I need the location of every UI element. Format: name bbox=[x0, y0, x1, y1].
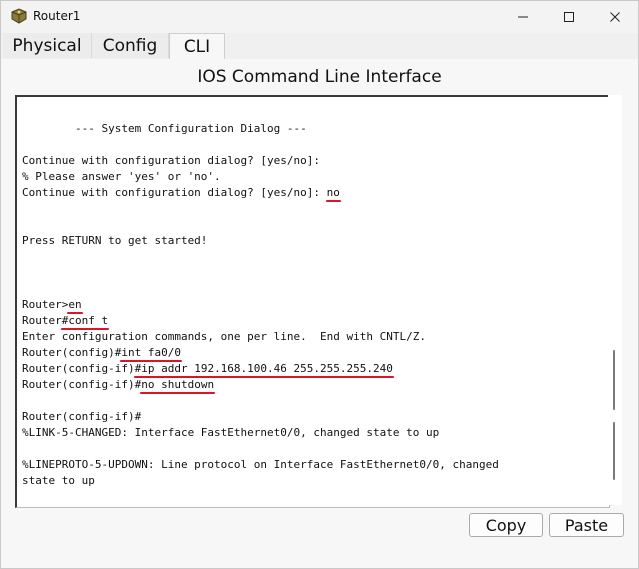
router-app-icon bbox=[11, 8, 27, 24]
terminal-line: Continue with configuration dialog? [yes… bbox=[22, 154, 321, 167]
cli-terminal[interactable]: --- System Configuration Dialog --- Conti… bbox=[15, 95, 610, 508]
tab-cli[interactable]: CLI bbox=[169, 33, 225, 60]
terminal-line: Router(config-if)# bbox=[22, 410, 142, 423]
scrollbar-thumb-lower[interactable] bbox=[613, 422, 615, 480]
terminal-line: Router(config)#int fa0/0 bbox=[22, 345, 499, 361]
paste-button[interactable]: Paste bbox=[549, 513, 624, 537]
close-icon bbox=[610, 12, 620, 22]
terminal-scrollbar[interactable] bbox=[608, 95, 622, 505]
tab-physical[interactable]: Physical bbox=[3, 33, 92, 58]
terminal-prompt: Continue with configuration dialog? [yes… bbox=[22, 186, 327, 199]
underlined-command: #ip addr 192.168.100.46 255.255.255.240 bbox=[134, 362, 393, 375]
terminal-line: Enter configuration commands, one per li… bbox=[22, 330, 426, 343]
maximize-button[interactable] bbox=[546, 1, 592, 33]
terminal-line: %LINK-5-CHANGED: Interface FastEthernet0… bbox=[22, 426, 440, 439]
router-window: Router1 Physical Config CLI IOS Command … bbox=[0, 0, 639, 569]
maximize-icon bbox=[564, 12, 574, 22]
underlined-command: #conf t bbox=[61, 314, 109, 327]
terminal-prompt: Router(config)# bbox=[22, 346, 122, 359]
terminal-line: % Please answer 'yes' or 'no'. bbox=[22, 170, 221, 183]
close-button[interactable] bbox=[592, 1, 638, 33]
terminal-line: Router(config-if)#ip addr 192.168.100.46… bbox=[22, 361, 499, 377]
scrollbar-thumb-upper[interactable] bbox=[613, 350, 615, 410]
terminal-prompt: Router> bbox=[22, 298, 69, 311]
minimize-icon bbox=[518, 16, 528, 18]
terminal-line: Router(config-if)#no shutdown bbox=[22, 377, 499, 393]
tab-physical-label: Physical bbox=[12, 35, 82, 56]
page-title: IOS Command Line Interface bbox=[197, 67, 442, 87]
title-bar[interactable]: Router1 bbox=[1, 1, 638, 33]
tab-bar: Physical Config CLI bbox=[1, 33, 638, 60]
terminal-line: state to up bbox=[22, 474, 95, 487]
window-title: Router1 bbox=[33, 9, 81, 23]
underlined-command: en bbox=[68, 298, 82, 311]
terminal-prompt: Router bbox=[22, 314, 62, 327]
tab-cli-label: CLI bbox=[183, 37, 211, 57]
terminal-line: Press RETURN to get started! bbox=[22, 234, 208, 247]
underlined-command: no bbox=[326, 186, 340, 199]
underlined-command: int fa0/0 bbox=[121, 346, 181, 359]
tab-config[interactable]: Config bbox=[92, 33, 169, 58]
terminal-output: --- System Configuration Dialog --- Conti… bbox=[22, 121, 499, 489]
tab-config-label: Config bbox=[102, 35, 158, 56]
terminal-line: --- System Configuration Dialog --- bbox=[22, 122, 307, 135]
copy-button[interactable]: Copy bbox=[469, 513, 543, 537]
terminal-line: %LINEPROTO-5-UPDOWN: Line protocol on In… bbox=[22, 458, 499, 471]
terminal-prompt: Router(config-if)# bbox=[22, 378, 142, 391]
terminal-line: Continue with configuration dialog? [yes… bbox=[22, 185, 499, 201]
terminal-prompt: Router(config-if) bbox=[22, 362, 135, 375]
terminal-line: Router#conf t bbox=[22, 313, 499, 329]
terminal-line: Router>en bbox=[22, 297, 499, 313]
minimize-button[interactable] bbox=[500, 1, 546, 33]
underlined-command: no shutdown bbox=[141, 378, 215, 391]
